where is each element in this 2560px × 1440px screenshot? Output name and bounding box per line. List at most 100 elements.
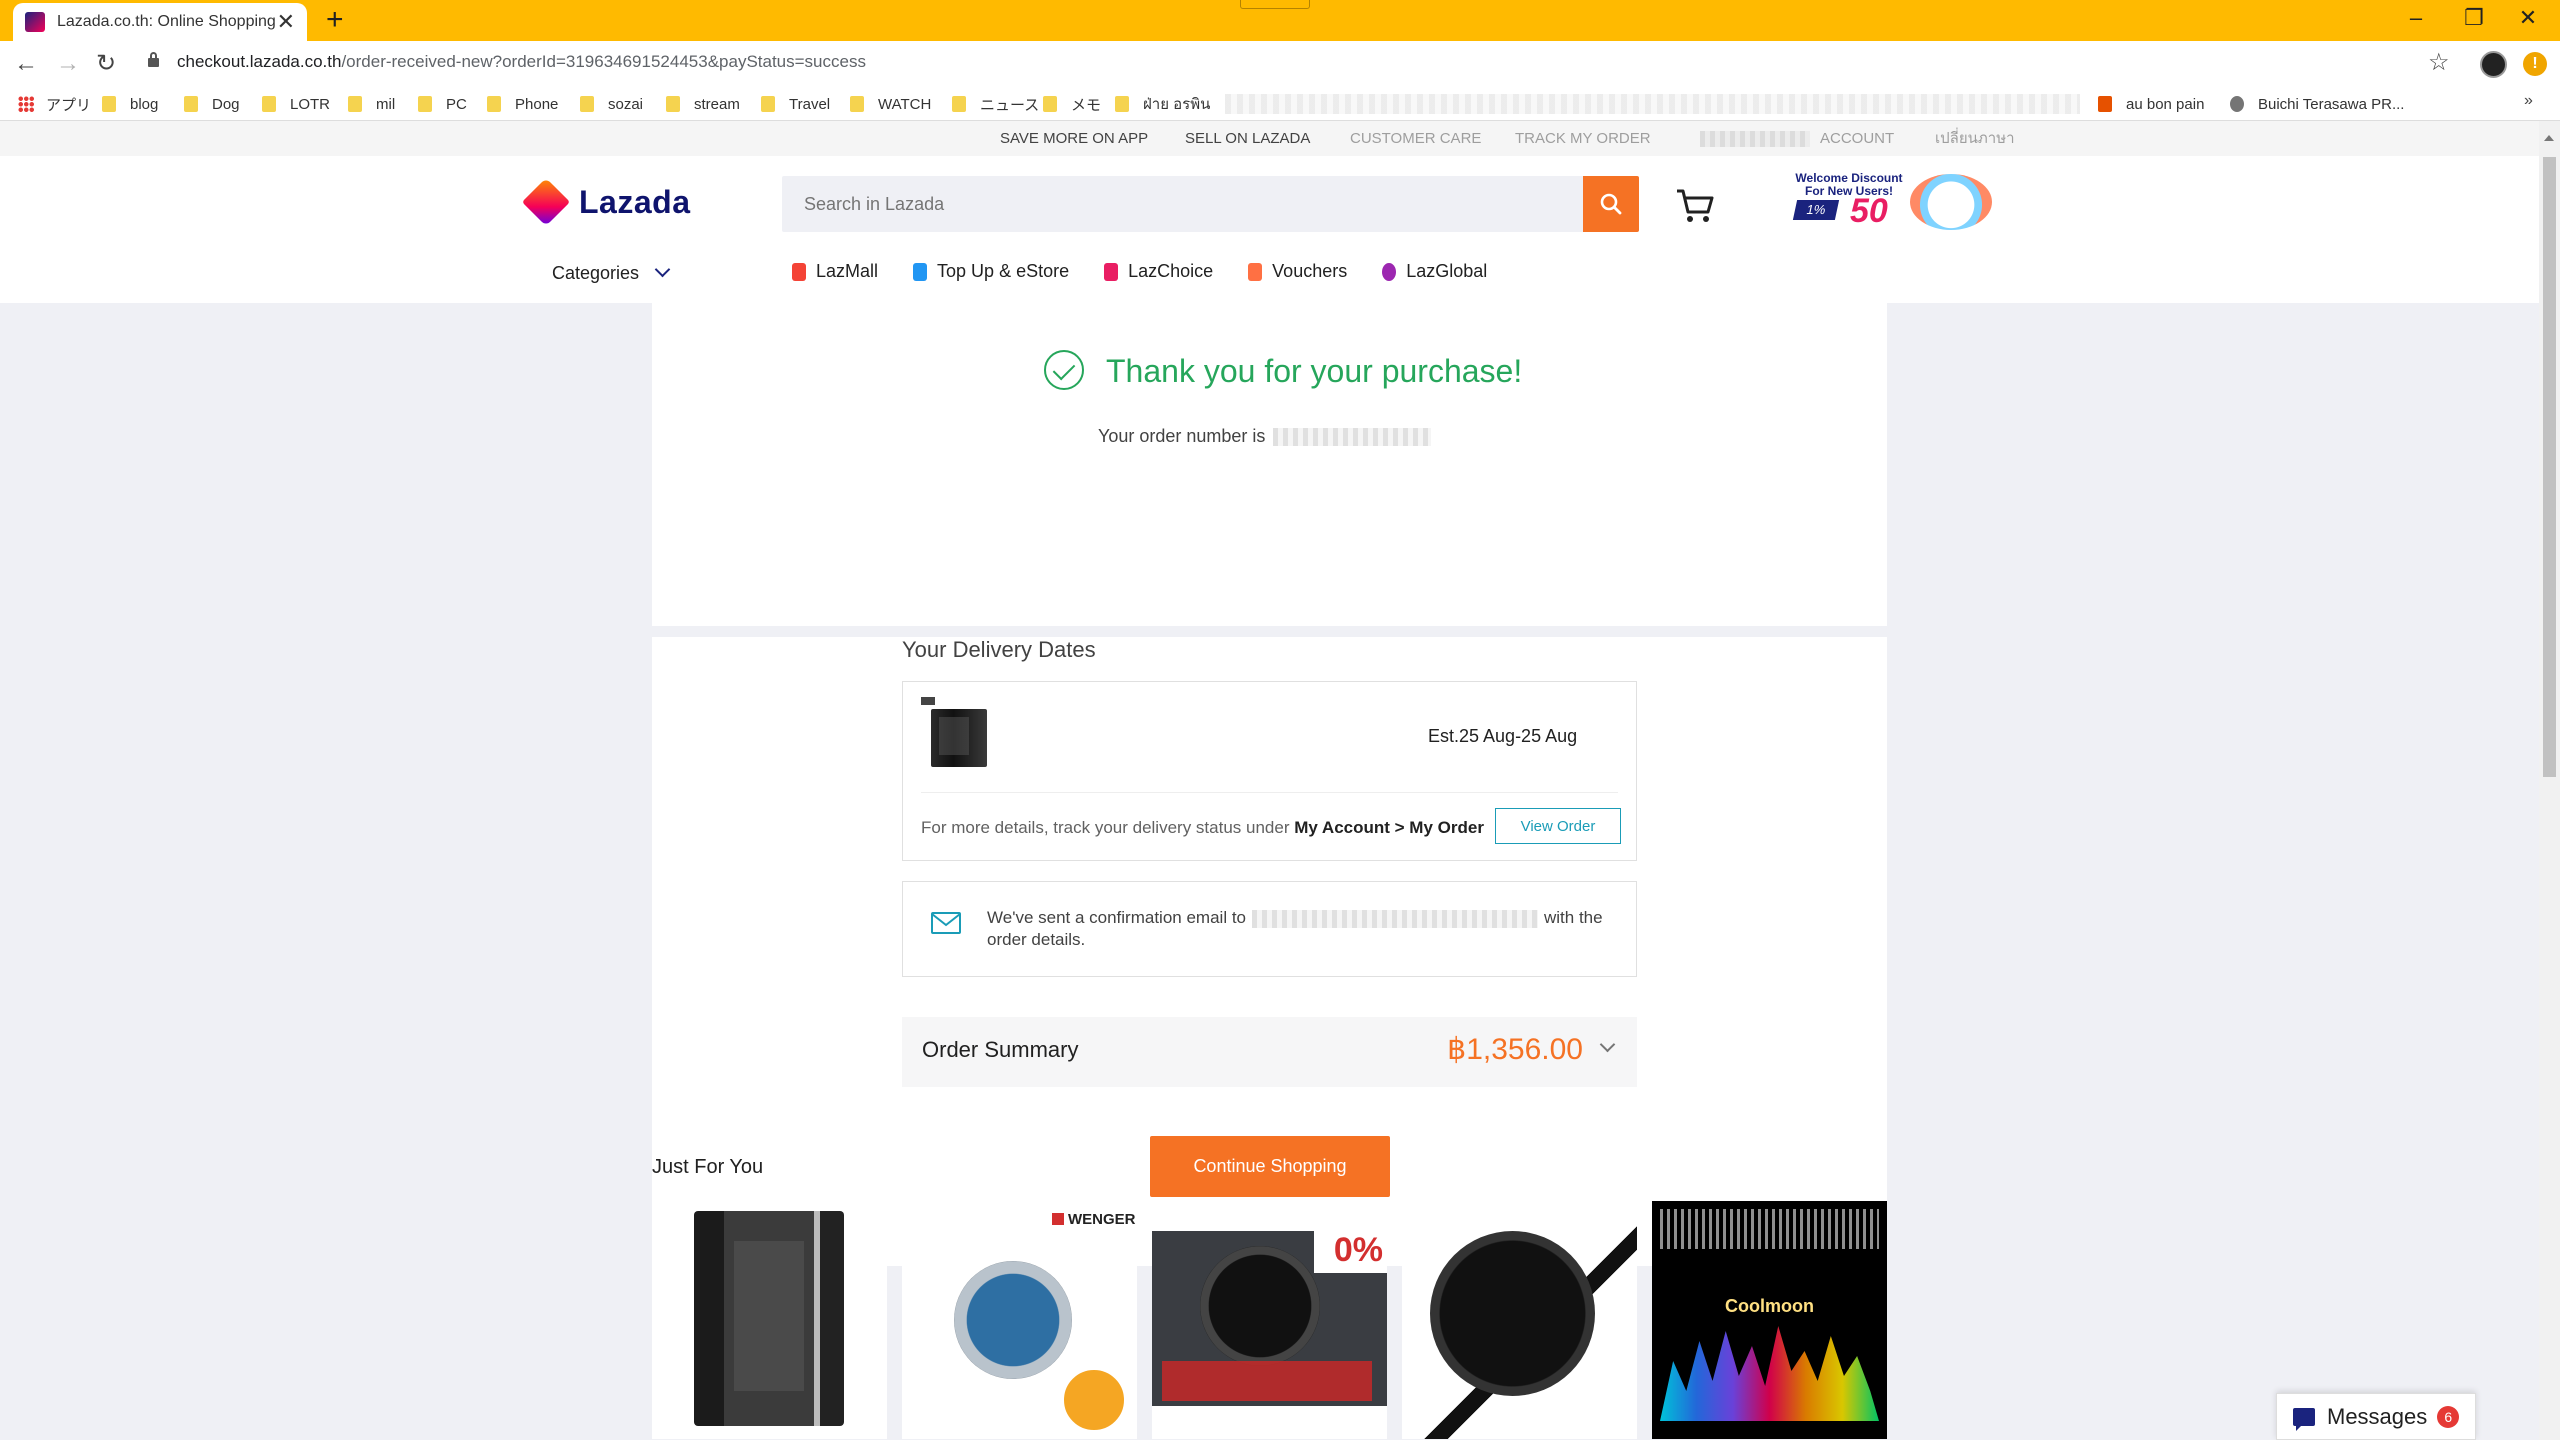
- window-drag-handle[interactable]: [1240, 0, 1310, 9]
- categories-menu[interactable]: Categories: [552, 261, 671, 284]
- globe-icon: [2230, 96, 2244, 112]
- scroll-up-arrow-icon[interactable]: [2544, 135, 2554, 141]
- search-button[interactable]: [1583, 176, 1639, 232]
- installment-tag: 0%: [1314, 1231, 1387, 1273]
- messages-widget[interactable]: Messages 6: [2276, 1393, 2476, 1440]
- track-delivery-text: For more details, track your delivery st…: [921, 818, 1484, 837]
- order-summary-label: Order Summary: [922, 1037, 1079, 1062]
- account-link[interactable]: ACCOUNT: [1820, 121, 1894, 156]
- order-summary-toggle[interactable]: Order Summary ฿1,356.00: [902, 1017, 1637, 1087]
- url-host: checkout.lazada.co.th: [177, 52, 342, 71]
- watch-image: [1430, 1231, 1595, 1396]
- divider: [921, 792, 1618, 793]
- nav-lazglobal[interactable]: LazGlobal: [1382, 261, 1487, 282]
- browser-toolbar: ← → ↻ checkout.lazada.co.th/order-receiv…: [0, 41, 2560, 88]
- recommended-product[interactable]: Coolmoon: [1652, 1201, 1887, 1439]
- recommended-product[interactable]: WENGER: [902, 1201, 1137, 1439]
- bookmark-folder[interactable]: Travel: [761, 93, 830, 115]
- bookmark-folder[interactable]: WATCH: [850, 93, 931, 115]
- restore-icon[interactable]: ❐: [2454, 2, 2494, 34]
- folder-icon: [1043, 96, 1057, 112]
- bookmark-folder[interactable]: mil: [348, 93, 395, 115]
- purchase-confirmation-card: Thank you for your purchase! Your order …: [652, 303, 1887, 626]
- confirmation-email-box: We've sent a confirmation email to with t…: [902, 881, 1637, 977]
- nav-topup-estore[interactable]: Top Up & eStore: [913, 261, 1069, 282]
- bookmark-folder[interactable]: ニュース: [952, 93, 1039, 115]
- authentic-badge-icon: [1060, 1366, 1128, 1434]
- pc-case-image: [694, 1211, 844, 1426]
- product-thumbnail[interactable]: [921, 697, 993, 773]
- thank-you-title: Thank you for your purchase!: [1106, 353, 1523, 389]
- check-circle-icon: [1044, 350, 1084, 390]
- change-language-link[interactable]: เปลี่ยนภาษา: [1935, 121, 2015, 156]
- save-more-on-app-link[interactable]: SAVE MORE ON APP: [1000, 121, 1148, 156]
- unread-count-badge: 6: [2437, 1405, 2460, 1428]
- page-scrollbar[interactable]: [2539, 121, 2560, 1440]
- blurred-email: [1252, 909, 1538, 928]
- scroll-thumb[interactable]: [2543, 157, 2556, 777]
- tab-close-icon[interactable]: ✕: [277, 11, 295, 33]
- mascot-image: [1910, 174, 1992, 230]
- back-arrow-icon[interactable]: ←: [14, 47, 38, 81]
- folder-icon: [348, 96, 362, 112]
- profile-avatar[interactable]: [2480, 51, 2507, 78]
- topup-icon: [913, 262, 928, 281]
- new-tab-button[interactable]: +: [326, 4, 344, 36]
- browser-tab-strip: Lazada.co.th: Online Shopping Th ✕ + – ❐…: [0, 0, 2560, 41]
- address-bar[interactable]: checkout.lazada.co.th/order-received-new…: [177, 52, 866, 72]
- sell-on-lazada-link[interactable]: SELL ON LAZADA: [1185, 121, 1310, 156]
- search-input[interactable]: [782, 176, 1584, 232]
- bookmark-folder[interactable]: ฝ่าย อรพิน: [1115, 93, 1210, 115]
- window-close-icon[interactable]: ✕: [2508, 2, 2548, 34]
- browser-tab-active[interactable]: Lazada.co.th: Online Shopping Th ✕: [13, 3, 307, 41]
- welcome-discount-banner[interactable]: Welcome Discount For New Users! 1% 50: [1790, 168, 2000, 230]
- bookmarks-bar: アプリ blog Dog LOTR mil PC Phone sozai str…: [0, 88, 2560, 121]
- view-order-button[interactable]: View Order: [1495, 808, 1621, 844]
- folder-icon: [102, 96, 116, 112]
- lazada-logo[interactable]: Lazada: [525, 183, 690, 221]
- update-badge-icon[interactable]: !: [2523, 52, 2547, 76]
- minimize-icon[interactable]: –: [2396, 2, 2436, 34]
- my-account-my-order-link[interactable]: My Account > My Order: [1294, 818, 1484, 837]
- bookmark-folder[interactable]: sozai: [580, 93, 643, 115]
- folder-icon: [580, 96, 594, 112]
- bookmark-folder[interactable]: blog: [102, 93, 158, 115]
- recommended-product[interactable]: [652, 1201, 887, 1439]
- bookmark-folder[interactable]: メモ: [1043, 93, 1101, 115]
- bookmark-apps[interactable]: アプリ: [18, 93, 91, 115]
- reload-icon[interactable]: ↻: [96, 47, 116, 81]
- continue-shopping-button[interactable]: Continue Shopping: [1150, 1136, 1390, 1197]
- order-total: ฿1,356.00: [1447, 1033, 1583, 1066]
- site-header: Lazada Welcome Discount For New Users! 1…: [0, 156, 2539, 303]
- bookmarks-overflow-icon[interactable]: »: [2524, 92, 2533, 110]
- bookmark-folder[interactable]: PC: [418, 93, 467, 115]
- brand-logo: [921, 697, 935, 705]
- feature-nav: LazMall Top Up & eStore LazChoice Vouche…: [792, 261, 1522, 282]
- nav-lazmall[interactable]: LazMall: [792, 261, 878, 282]
- mail-icon: [931, 912, 961, 934]
- customer-care-link[interactable]: CUSTOMER CARE: [1350, 121, 1481, 156]
- bookmark-site[interactable]: au bon pain: [2098, 93, 2204, 115]
- bookmark-folder[interactable]: LOTR: [262, 93, 330, 115]
- recommended-product[interactable]: [1402, 1201, 1637, 1439]
- order-details-card: Your Delivery Dates Est.25 Aug-25 Aug Fo…: [652, 637, 1887, 1266]
- cart-icon[interactable]: [1675, 188, 1715, 224]
- nav-lazchoice[interactable]: LazChoice: [1104, 261, 1213, 282]
- bookmark-folder[interactable]: Dog: [184, 93, 240, 115]
- lazada-page: SAVE MORE ON APP SELL ON LAZADA CUSTOMER…: [0, 121, 2539, 1440]
- bookmark-site[interactable]: Buichi Terasawa PR...: [2230, 93, 2404, 115]
- nav-vouchers[interactable]: Vouchers: [1248, 261, 1347, 282]
- lazchoice-icon: [1104, 262, 1119, 281]
- track-my-order-link[interactable]: TRACK MY ORDER: [1515, 121, 1651, 156]
- lazada-favicon-icon: [25, 12, 45, 32]
- search-box: [782, 176, 1595, 232]
- folder-icon: [1115, 96, 1129, 112]
- recommended-product[interactable]: 0%: [1152, 1201, 1387, 1439]
- lock-icon[interactable]: [148, 52, 159, 67]
- bookmark-folder[interactable]: Phone: [487, 93, 558, 115]
- delivery-box: Est.25 Aug-25 Aug For more details, trac…: [902, 681, 1637, 861]
- bookmark-star-icon[interactable]: ☆: [2428, 48, 2450, 77]
- delivery-estimate: Est.25 Aug-25 Aug: [1428, 726, 1578, 746]
- bookmark-folder[interactable]: stream: [666, 93, 740, 115]
- forward-arrow-icon[interactable]: →: [56, 47, 80, 81]
